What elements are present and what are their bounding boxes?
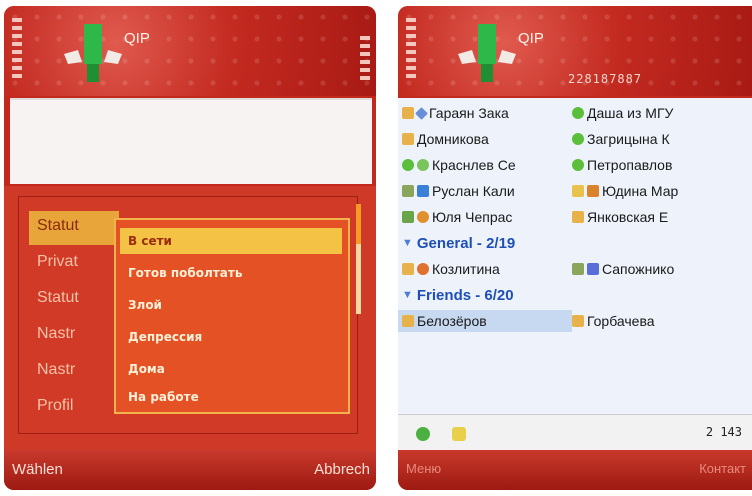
contact-name: Козлитина [432,261,500,277]
qip-logo-icon [458,24,516,82]
contact-item[interactable]: Домникова [402,128,572,150]
submenu-item-depression[interactable]: Депрессия [120,324,342,350]
contact-name: Гараян Зака [429,105,509,121]
contact-item[interactable]: Юдина Мар [572,180,752,202]
app-title: QIP [124,30,150,47]
contact-status-icon [572,315,584,327]
contact-item[interactable]: Юля Чепрас [402,206,572,228]
contact-name: Руслан Кали [432,183,515,199]
contact-status-icon [402,263,414,275]
status-bar: 2 143 [398,414,752,450]
contact-item[interactable]: Янковская Е [572,206,752,228]
softkey-bar: Wählen Abbrech [4,450,376,490]
contact-name: Петропавлов [587,157,673,173]
contact-item[interactable]: Козлитина [402,258,572,280]
contact-status-icon [572,263,584,275]
contact-status-icon [402,211,414,223]
menu-item-settings-2[interactable]: Nastr [29,355,83,389]
menu-item-status[interactable]: Statut [29,211,119,245]
contact-status-icon [402,185,414,197]
contact-name: Белозёров [417,313,487,329]
smile-icon [417,159,429,171]
contact-status-icon [572,211,584,223]
contact-item[interactable]: Руслан Кали [402,180,572,202]
mood-icon [417,263,429,275]
menu-scrollbar-thumb[interactable] [356,204,361,244]
contact-item[interactable]: Гараян Зака [402,102,572,124]
softkey-bar: Меню Контакт [398,450,752,490]
paperclip-icon [415,106,428,120]
privacy-status-icon[interactable] [452,427,466,441]
group-label: General - 2/19 [416,234,516,252]
menu-item-privacy[interactable]: Privat [29,247,86,281]
header-bar: QIP 228187887 [398,6,752,96]
contact-status-icon [572,185,584,197]
users-icon [587,263,599,275]
softkey-menu[interactable]: Меню [406,461,441,476]
contacts-count: 2 143 [705,425,742,439]
message-input-area[interactable] [10,98,372,184]
contact-status-icon [402,315,414,327]
contact-item[interactable]: Сапожнико [572,258,752,280]
contact-item[interactable]: Краснлев Се [402,154,572,176]
contact-status-icon [572,133,584,145]
group-label: Friends - 6/20 [416,286,514,304]
submenu-item-at-work[interactable]: На работе [120,384,342,410]
contact-name: Даша из МГУ [587,105,674,121]
contact-item[interactable]: Загрицына К [572,128,752,150]
contact-status-icon [402,159,414,171]
contact-status-icon [572,159,584,171]
mood-icon [417,211,429,223]
battery-icon [360,36,370,84]
contact-name: Горбачева [587,313,655,329]
contact-item[interactable]: Горбачева [572,310,752,332]
qip-logo-icon [64,24,122,82]
status-submenu: В сети Готов поболтать Злой Депрессия До… [114,218,350,414]
softkey-cancel[interactable]: Abbrech [314,461,370,478]
contact-name: Сапожнико [602,261,675,277]
contact-name: Краснлев Се [432,157,516,173]
mail-icon [587,185,599,197]
online-status-icon[interactable] [416,427,430,441]
menu-item-status-2[interactable]: Statut [29,283,87,317]
phone-screen-left: QIP Statut Privat Statut Nastr Nastr Pro… [4,6,376,490]
contact-status-icon [572,107,584,119]
contact-item-selected[interactable]: Белозёров [398,310,572,332]
contact-name: Домникова [417,131,489,147]
collapse-arrow-icon: ▼ [402,289,413,301]
menu-item-profile[interactable]: Profil [29,391,81,425]
contact-item[interactable]: Петропавлов [572,154,752,176]
softkey-contact[interactable]: Контакт [699,461,746,476]
signal-strength-icon [406,18,416,82]
contact-name: Загрицына К [587,131,670,147]
contact-status-icon [402,107,414,119]
submenu-item-free-for-chat[interactable]: Готов поболтать [120,260,342,286]
contact-name: Юля Чепрас [432,209,513,225]
contact-name: Юдина Мар [602,183,679,199]
app-title: QIP [518,30,544,47]
softkey-select[interactable]: Wählen [12,461,63,478]
signal-strength-icon [12,18,22,82]
submenu-item-online[interactable]: В сети [120,228,342,254]
computer-icon [417,185,429,197]
contact-list: Гараян Зака Даша из МГУ Домникова Загриц… [398,98,752,414]
submenu-item-at-home[interactable]: Дома [120,356,342,382]
group-header-general[interactable]: ▼ General - 2/19 [402,232,515,254]
uin-number: 228187887 [568,72,643,86]
phone-screen-right: QIP 228187887 Гараян Зака Даша из МГУ До… [398,6,752,490]
contact-status-icon [402,133,414,145]
menu-item-settings[interactable]: Nastr [29,319,83,353]
collapse-arrow-icon: ▼ [402,237,413,249]
submenu-item-angry[interactable]: Злой [120,292,342,318]
contact-name: Янковская Е [587,209,669,225]
header-bar: QIP [4,6,376,96]
group-header-friends[interactable]: ▼ Friends - 6/20 [402,284,514,306]
contact-item[interactable]: Даша из МГУ [572,102,752,124]
